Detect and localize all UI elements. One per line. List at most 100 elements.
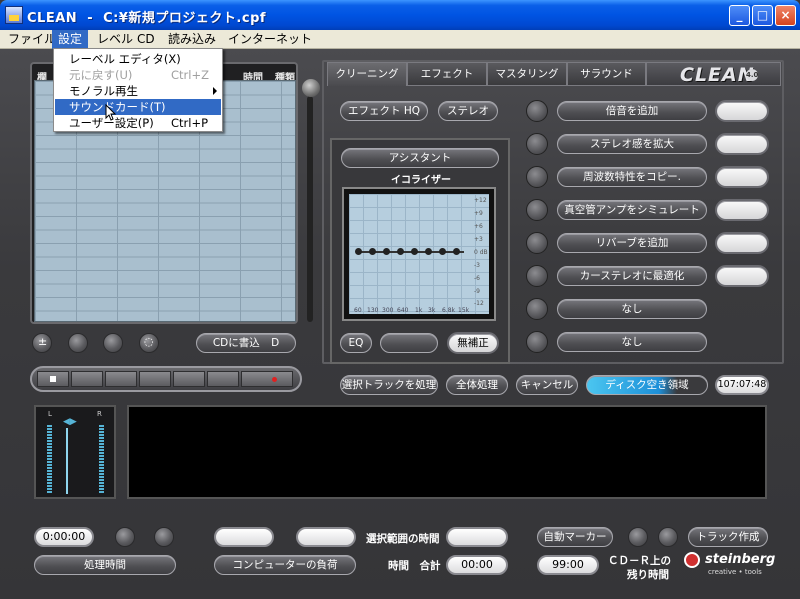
eq-freq-label: 1k xyxy=(415,307,423,314)
menu-item-undo[interactable]: 元に戻す(U) Ctrl+Z xyxy=(55,67,221,83)
control-button-3[interactable] xyxy=(103,333,123,353)
settings-menu: レーベル エディタ(X) 元に戻す(U) Ctrl+Z モノラル再生 サウンドカ… xyxy=(53,48,223,132)
waveform-display[interactable] xyxy=(127,405,767,499)
effect-toggle[interactable] xyxy=(526,199,548,221)
eq-db-label: -6 xyxy=(474,275,480,282)
volume-slider-knob[interactable] xyxy=(302,79,320,97)
effect-reverb[interactable]: リバーブを追加 xyxy=(557,233,707,253)
speech-icon: ◌ xyxy=(144,335,154,348)
submenu-arrow-icon xyxy=(213,87,217,95)
cd-write-button[interactable]: CDに書込 D xyxy=(196,333,296,353)
effect-value-5[interactable] xyxy=(715,232,769,254)
effect-toggle[interactable] xyxy=(526,298,548,320)
tab-mastering[interactable]: マスタリング xyxy=(487,62,567,86)
eq-band-handle[interactable] xyxy=(397,248,404,255)
auto-marker-button[interactable]: 自動マーカー xyxy=(537,527,613,547)
effect-hq-button[interactable]: エフェクト HQ xyxy=(340,101,428,121)
eq-band-handle[interactable] xyxy=(383,248,390,255)
effect-value-2[interactable] xyxy=(715,133,769,155)
eq-db-label: +3 xyxy=(474,236,483,243)
record-icon xyxy=(272,377,277,382)
effect-stereo-widen[interactable]: ステレオ感を拡大 xyxy=(557,134,707,154)
effect-toggle[interactable] xyxy=(526,100,548,122)
version-badge: 4.0 xyxy=(746,69,759,81)
footer-button-3[interactable] xyxy=(628,527,648,547)
effect-value-3[interactable] xyxy=(715,166,769,188)
menu-import[interactable]: 読み込み xyxy=(162,30,222,49)
tab-cleaning[interactable]: クリーニング xyxy=(327,62,407,86)
transport-button-5[interactable] xyxy=(173,371,205,387)
process-all-button[interactable]: 全体処理 xyxy=(446,375,508,395)
control-button-2[interactable] xyxy=(68,333,88,353)
maximize-button[interactable]: □ xyxy=(752,5,773,26)
eq-freq-label: 640 xyxy=(397,307,409,314)
effect-value-6[interactable] xyxy=(715,265,769,287)
app-icon[interactable] xyxy=(5,6,23,24)
transport-button-2[interactable] xyxy=(71,371,103,387)
effect-tube-amp[interactable]: 真空管アンプをシミュレート xyxy=(557,200,707,220)
brand-logo: CLEAN xyxy=(680,64,755,86)
effect-toggle[interactable] xyxy=(526,232,548,254)
cd-write-drive: D xyxy=(271,337,280,349)
app-window: CLEAN - C:¥新規プロジェクト.cpf _ □ × ファイル 設定 レベ… xyxy=(0,0,800,599)
menu-cd[interactable]: CD xyxy=(131,30,161,49)
eq-band-handle[interactable] xyxy=(411,248,418,255)
menu-settings[interactable]: 設定 xyxy=(52,30,89,49)
transport-button-3[interactable] xyxy=(105,371,137,387)
volume-slider-track[interactable] xyxy=(307,96,313,322)
close-button[interactable]: × xyxy=(775,5,796,26)
eq-freq-label: 300 xyxy=(382,307,394,314)
stereo-button[interactable]: ステレオ xyxy=(438,101,498,121)
eq-db-label: +6 xyxy=(474,223,483,230)
tab-effect[interactable]: エフェクト xyxy=(407,62,487,86)
eq-band-handle[interactable] xyxy=(439,248,446,255)
eq-db-label: 0 dB xyxy=(474,249,488,256)
effect-toggle[interactable] xyxy=(526,331,548,353)
effect-add-harmonics[interactable]: 倍音を追加 xyxy=(557,101,707,121)
effect-toggle[interactable] xyxy=(526,265,548,287)
tab-surround[interactable]: サラウンド xyxy=(567,62,646,86)
eq-freq-label: 15k xyxy=(458,307,470,314)
transport-button-6[interactable] xyxy=(207,371,239,387)
footer-button-1[interactable] xyxy=(115,527,135,547)
effect-toggle[interactable] xyxy=(526,166,548,188)
steinberg-logo-icon xyxy=(684,552,700,568)
effect-copy-frequency[interactable]: 周波数特性をコピー. xyxy=(557,167,707,187)
disk-space-gauge: ディスク空き領域 xyxy=(586,375,708,395)
meter-marker-icon: ◀▶ xyxy=(63,417,77,427)
footer-button-4[interactable] xyxy=(658,527,678,547)
menu-item-preferences[interactable]: ユーザー設定(P) Ctrl+P xyxy=(55,115,221,131)
effect-car-stereo[interactable]: カーステレオに最適化 xyxy=(557,266,707,286)
transport-button-4[interactable] xyxy=(139,371,171,387)
effect-value-1[interactable] xyxy=(715,100,769,122)
make-track-button[interactable]: トラック作成 xyxy=(688,527,768,547)
meter-right-label: R xyxy=(97,410,102,418)
eq-preset-slot[interactable] xyxy=(380,333,438,353)
menu-item-label-editor[interactable]: レーベル エディタ(X) xyxy=(55,51,221,67)
minimize-button[interactable]: _ xyxy=(729,5,750,26)
cancel-button[interactable]: キャンセル xyxy=(516,375,578,395)
effect-toggle[interactable] xyxy=(526,133,548,155)
disk-time-display: 107:07:48 xyxy=(715,375,769,395)
no-correction-button[interactable]: 無補正 xyxy=(447,332,499,354)
menu-internet[interactable]: インターネット xyxy=(222,30,318,49)
eq-freq-label: 3k xyxy=(428,307,436,314)
eq-button[interactable]: EQ xyxy=(340,333,372,353)
eq-band-handle[interactable] xyxy=(355,248,362,255)
effect-slot-none-2[interactable]: なし xyxy=(557,332,707,352)
menu-item-sound-card[interactable]: サウンドカード(T) xyxy=(55,99,221,115)
eq-band-handle[interactable] xyxy=(453,248,460,255)
plus-icon: ± xyxy=(38,335,48,348)
eq-db-label: +9 xyxy=(474,210,483,217)
meter-bar-left xyxy=(47,425,52,493)
eq-db-label: -9 xyxy=(474,288,480,295)
eq-band-handle[interactable] xyxy=(425,248,432,255)
record-button[interactable] xyxy=(241,371,293,387)
process-selected-button[interactable]: 選択トラックを処理 xyxy=(340,375,438,395)
effect-slot-none-1[interactable]: なし xyxy=(557,299,707,319)
eq-band-handle[interactable] xyxy=(369,248,376,255)
assistant-button[interactable]: アシスタント xyxy=(341,148,499,168)
footer-button-2[interactable] xyxy=(154,527,174,547)
menu-item-mono-playback[interactable]: モノラル再生 xyxy=(55,83,221,99)
effect-value-4[interactable] xyxy=(715,199,769,221)
